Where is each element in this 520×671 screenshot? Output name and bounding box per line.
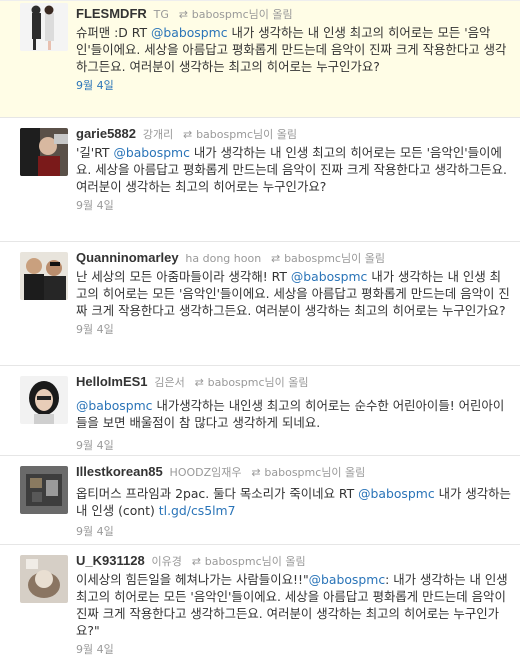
retweeted-suffix: 님이 올림 [340, 252, 385, 265]
tweet-meta: HelloImES1 김은서 ⇄ babospmc님이 올림 [76, 373, 512, 391]
fullname: 강개리 [142, 128, 174, 141]
retweeted-suffix: 님이 올림 [321, 466, 366, 479]
tweet-text-before: 옵티머스 프라임과 2pac. 둘다 목소리가 죽이네요 RT [76, 486, 359, 501]
tweet-text-before: 이세상의 힘든일을 헤쳐나가는 사람들이요!!" [76, 572, 309, 587]
avatar[interactable] [20, 466, 68, 514]
retweet-icon: ⇄ [178, 8, 188, 21]
mention-link[interactable]: @babospmc [151, 25, 228, 40]
tweet-text: 슈퍼맨 :D RT @babospmc 내가 생각하는 내 인생 최고의 히어로… [76, 24, 512, 75]
mention-link[interactable]: @babospmc [358, 486, 435, 501]
fullname: 김은서 [154, 376, 185, 389]
retweeted-by[interactable]: babospmc [205, 555, 262, 568]
tweet-text-before: 슈퍼맨 :D RT [76, 25, 152, 40]
tweet-content: Illestkorean85 HOODZ임재우 ⇄ babospmc님이 올림 … [76, 463, 512, 539]
tweet-text: 난 세상의 모든 아줌마들이라 생각해! RT @babospmc 내가 생각하… [76, 268, 512, 319]
tweet-timestamp[interactable]: 9월 4일 [76, 523, 512, 539]
tweet-timestamp[interactable]: 9월 4일 [76, 197, 512, 213]
retweeted-by[interactable]: babospmc [284, 252, 341, 265]
retweeted-suffix: 님이 올림 [264, 376, 309, 389]
retweeted-suffix: 님이 올림 [248, 8, 293, 21]
fullname: 이유경 [151, 555, 182, 568]
tweet-text-before: '길'RT [76, 145, 114, 160]
tweet-content: Quanninomarley ha dong hoon ⇄ babospmc님이… [76, 249, 512, 337]
username[interactable]: HelloImES1 [76, 374, 148, 389]
tweet-item[interactable]: garie5882 강개리 ⇄ babospmc님이 올림 '길'RT @bab… [0, 118, 520, 242]
tweet-text: 옵티머스 프라임과 2pac. 둘다 목소리가 죽이네요 RT @babospm… [76, 485, 512, 519]
retweeted-by[interactable]: babospmc [196, 128, 253, 141]
fullname: HOODZ임재우 [169, 466, 242, 479]
retweeted-suffix: 님이 올림 [261, 555, 306, 568]
tweet-timestamp[interactable]: 9월 4일 [76, 437, 512, 453]
tweet-item[interactable]: Illestkorean85 HOODZ임재우 ⇄ babospmc님이 올림 … [0, 456, 520, 545]
tweet-meta: garie5882 강개리 ⇄ babospmc님이 올림 [76, 125, 512, 143]
avatar[interactable] [20, 555, 68, 603]
tweet-content: HelloImES1 김은서 ⇄ babospmc님이 올림 @babospmc… [76, 373, 512, 453]
mention-link[interactable]: @babospmc [309, 572, 386, 587]
tweet-content: FLESMDFR TG ⇄ babospmc님이 올림 슈퍼맨 :D RT @b… [76, 5, 512, 93]
tweet-timestamp[interactable]: 9월 4일 [76, 641, 512, 657]
shortened-link[interactable]: tl.gd/cs5lm7 [159, 503, 236, 518]
username[interactable]: FLESMDFR [76, 6, 147, 21]
retweet-icon: ⇄ [191, 555, 201, 568]
tweet-item[interactable]: HelloImES1 김은서 ⇄ babospmc님이 올림 @babospmc… [0, 366, 520, 456]
tweet-item[interactable]: U_K931128 이유경 ⇄ babospmc님이 올림 이세상의 힘든일을 … [0, 545, 520, 671]
tweet-text: @babospmc 내가생각하는 내인생 최고의 히어로는 순수한 어린아이들!… [76, 397, 512, 431]
retweet-icon: ⇄ [251, 466, 261, 479]
avatar-image [20, 128, 68, 176]
username[interactable]: U_K931128 [76, 553, 145, 568]
tweet-meta: FLESMDFR TG ⇄ babospmc님이 올림 [76, 5, 512, 23]
username[interactable]: Illestkorean85 [76, 464, 163, 479]
avatar[interactable] [20, 252, 68, 300]
avatar-image [20, 466, 68, 514]
mention-link[interactable]: @babospmc [76, 398, 153, 413]
retweet-icon: ⇄ [194, 376, 204, 389]
avatar-image [20, 555, 68, 603]
username[interactable]: garie5882 [76, 126, 136, 141]
tweet-text: 이세상의 힘든일을 헤쳐나가는 사람들이요!!"@babospmc: 내가 생각… [76, 571, 512, 639]
retweet-icon: ⇄ [183, 128, 193, 141]
username[interactable]: Quanninomarley [76, 250, 179, 265]
avatar[interactable] [20, 3, 68, 51]
retweeted-by[interactable]: babospmc [208, 376, 265, 389]
avatar-image [20, 3, 68, 51]
avatar[interactable] [20, 128, 68, 176]
avatar-image [20, 376, 68, 424]
tweet-timeline: FLESMDFR TG ⇄ babospmc님이 올림 슈퍼맨 :D RT @b… [0, 0, 520, 671]
avatar[interactable] [20, 376, 68, 424]
retweeted-by[interactable]: babospmc [192, 8, 249, 21]
tweet-content: garie5882 강개리 ⇄ babospmc님이 올림 '길'RT @bab… [76, 125, 512, 213]
tweet-text-before: 난 세상의 모든 아줌마들이라 생각해! RT [76, 269, 291, 284]
mention-link[interactable]: @babospmc [113, 145, 190, 160]
fullname: TG [153, 8, 169, 21]
mention-link[interactable]: @babospmc [291, 269, 368, 284]
tweet-text: '길'RT @babospmc 내가 생각하는 내 인생 최고의 히어로는 모든… [76, 144, 512, 195]
tweet-meta: Illestkorean85 HOODZ임재우 ⇄ babospmc님이 올림 [76, 463, 512, 481]
tweet-meta: U_K931128 이유경 ⇄ babospmc님이 올림 [76, 552, 512, 570]
fullname: ha dong hoon [185, 252, 262, 265]
tweet-timestamp[interactable]: 9월 4일 [76, 77, 512, 93]
retweet-icon: ⇄ [271, 252, 281, 265]
tweet-item[interactable]: Quanninomarley ha dong hoon ⇄ babospmc님이… [0, 242, 520, 366]
tweet-content: U_K931128 이유경 ⇄ babospmc님이 올림 이세상의 힘든일을 … [76, 552, 512, 657]
tweet-item[interactable]: FLESMDFR TG ⇄ babospmc님이 올림 슈퍼맨 :D RT @b… [0, 0, 520, 118]
avatar-image [20, 252, 68, 300]
tweet-meta: Quanninomarley ha dong hoon ⇄ babospmc님이… [76, 249, 512, 267]
retweeted-suffix: 님이 올림 [253, 128, 297, 141]
retweeted-by[interactable]: babospmc [264, 466, 321, 479]
tweet-timestamp[interactable]: 9월 4일 [76, 321, 512, 337]
